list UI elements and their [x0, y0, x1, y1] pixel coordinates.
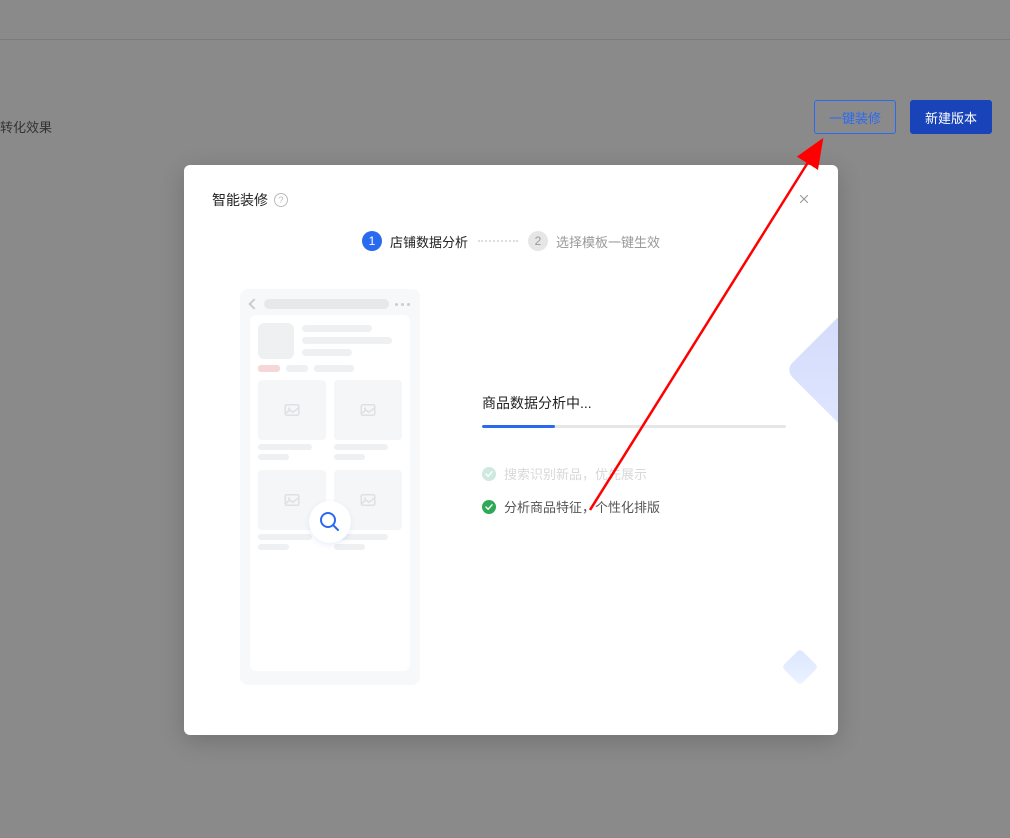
- image-icon: [359, 401, 377, 419]
- step-number: 2: [528, 231, 548, 251]
- close-icon: [797, 192, 811, 206]
- step-label: 选择模板一键生效: [556, 232, 660, 251]
- modal-title: 智能装修: [212, 190, 268, 210]
- new-version-button[interactable]: 新建版本: [910, 100, 992, 134]
- decorative-cube-small: [782, 649, 818, 685]
- analysis-item-done: 分析商品特征，个性化排版: [482, 497, 798, 516]
- step-1: 1 店铺数据分析: [362, 231, 468, 251]
- check-circle-icon: [482, 467, 496, 481]
- close-button[interactable]: [794, 189, 814, 209]
- progress-fill: [482, 425, 555, 428]
- progress-bar: [482, 425, 786, 428]
- analysis-title: 商品数据分析中...: [482, 393, 798, 413]
- step-divider: [478, 240, 518, 242]
- analysis-item-pending: 搜索识别新品，优先展示: [482, 464, 798, 483]
- step-indicator: 1 店铺数据分析 2 选择模板一键生效: [184, 231, 838, 251]
- image-icon: [283, 401, 301, 419]
- magnify-icon: [309, 501, 351, 543]
- page-label: 转化效果: [0, 117, 52, 136]
- step-number: 1: [362, 231, 382, 251]
- analysis-item-label: 分析商品特征，个性化排版: [504, 497, 660, 516]
- analysis-item-label: 搜索识别新品，优先展示: [504, 464, 647, 483]
- image-icon: [359, 491, 377, 509]
- smart-decorate-modal: 智能装修 ? 1 店铺数据分析 2 选择模板一键生效: [184, 165, 838, 735]
- step-2: 2 选择模板一键生效: [528, 231, 660, 251]
- step-label: 店铺数据分析: [390, 232, 468, 251]
- check-circle-icon: [482, 500, 496, 514]
- phone-mockup: [240, 289, 420, 685]
- image-icon: [283, 491, 301, 509]
- help-icon[interactable]: ?: [274, 193, 288, 207]
- one-click-decorate-button[interactable]: 一键装修: [814, 100, 896, 134]
- chevron-left-icon: [248, 298, 259, 309]
- decorative-cube: [778, 285, 838, 545]
